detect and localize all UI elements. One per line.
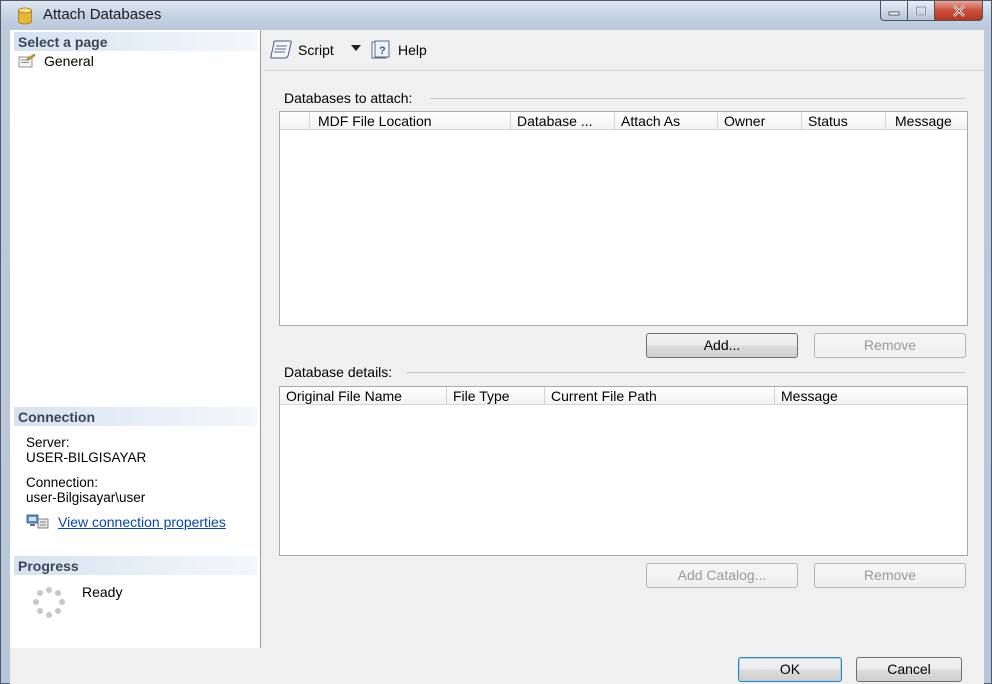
attach-col-mdf-file-location[interactable]: MDF File Location [310,112,511,130]
select-page-header: Select a page [14,32,257,51]
minimize-button[interactable] [880,1,908,21]
chevron-down-icon [351,45,361,51]
help-button[interactable]: ? Help [370,40,427,60]
help-icon: ? [371,40,390,59]
ok-button[interactable]: OK [738,657,842,682]
toolbar: Script ? Help [264,30,984,71]
svg-text:?: ? [379,45,386,57]
maximize-icon [915,5,927,16]
script-label: Script [298,42,334,58]
database-icon [18,7,32,25]
left-pane: Select a page General Connection Server:… [10,30,261,648]
connection-properties-icon [26,514,49,529]
view-connection-properties: View connection properties [26,514,226,530]
script-icon [270,40,292,59]
page-item-general[interactable]: General [18,52,94,70]
close-icon [952,4,965,17]
window-title: Attach Databases [43,6,162,23]
attach-col-attach-as[interactable]: Attach As [615,112,718,130]
server-value: USER-BILGISAYAR [26,450,147,465]
add-catalog-button[interactable]: Add Catalog... [646,563,798,588]
attach-group-rule [430,98,965,99]
details-col-file-type[interactable]: File Type [447,387,545,405]
script-button[interactable]: Script [270,40,334,60]
details-col-original-file-name[interactable]: Original File Name [280,387,447,405]
attach-col-database-name[interactable]: Database ... [511,112,615,130]
connection-value: user-Bilgisayar\user [26,490,146,505]
details-col-message[interactable]: Message [775,387,967,405]
details-grid-header: Original File Name File Type Current Fil… [280,387,967,405]
close-button[interactable] [935,1,983,21]
maximize-button[interactable] [908,1,935,21]
server-label: Server: [26,435,70,450]
remove-database-button[interactable]: Remove [814,333,966,358]
attach-databases-dialog: Attach Databases Select a page General C… [0,0,992,684]
attach-grid-header: MDF File Location Database ... Attach As… [280,112,967,130]
attach-col-selector [280,112,310,130]
progress-header: Progress [14,556,257,575]
progress-status: Ready [82,584,123,600]
databases-to-attach-label: Databases to attach: [284,90,421,106]
help-label: Help [398,42,427,58]
view-connection-properties-link[interactable]: View connection properties [58,514,226,530]
minimize-icon [888,11,900,15]
progress-spinner-icon [33,587,65,618]
attach-col-status[interactable]: Status [802,112,886,130]
page-item-label: General [44,53,94,69]
attach-col-owner[interactable]: Owner [718,112,802,130]
general-page-icon [18,53,36,68]
database-details-label: Database details: [284,364,401,380]
details-group-rule [406,372,965,373]
remove-detail-button[interactable]: Remove [814,563,966,588]
databases-to-attach-grid[interactable]: MDF File Location Database ... Attach As… [279,111,968,326]
title-bar[interactable]: Attach Databases [1,1,991,29]
database-details-grid[interactable]: Original File Name File Type Current Fil… [279,386,968,556]
dialog-client-area: Select a page General Connection Server:… [10,30,984,684]
caption-buttons [880,1,983,21]
details-col-current-file-path[interactable]: Current File Path [545,387,775,405]
connection-label: Connection: [26,475,99,490]
connection-header: Connection [14,407,257,426]
dialog-footer: OK Cancel [10,648,984,684]
attach-col-message[interactable]: Message [886,112,967,130]
cancel-button[interactable]: Cancel [856,657,962,682]
add-button[interactable]: Add... [646,333,798,358]
script-dropdown-button[interactable] [350,43,362,53]
